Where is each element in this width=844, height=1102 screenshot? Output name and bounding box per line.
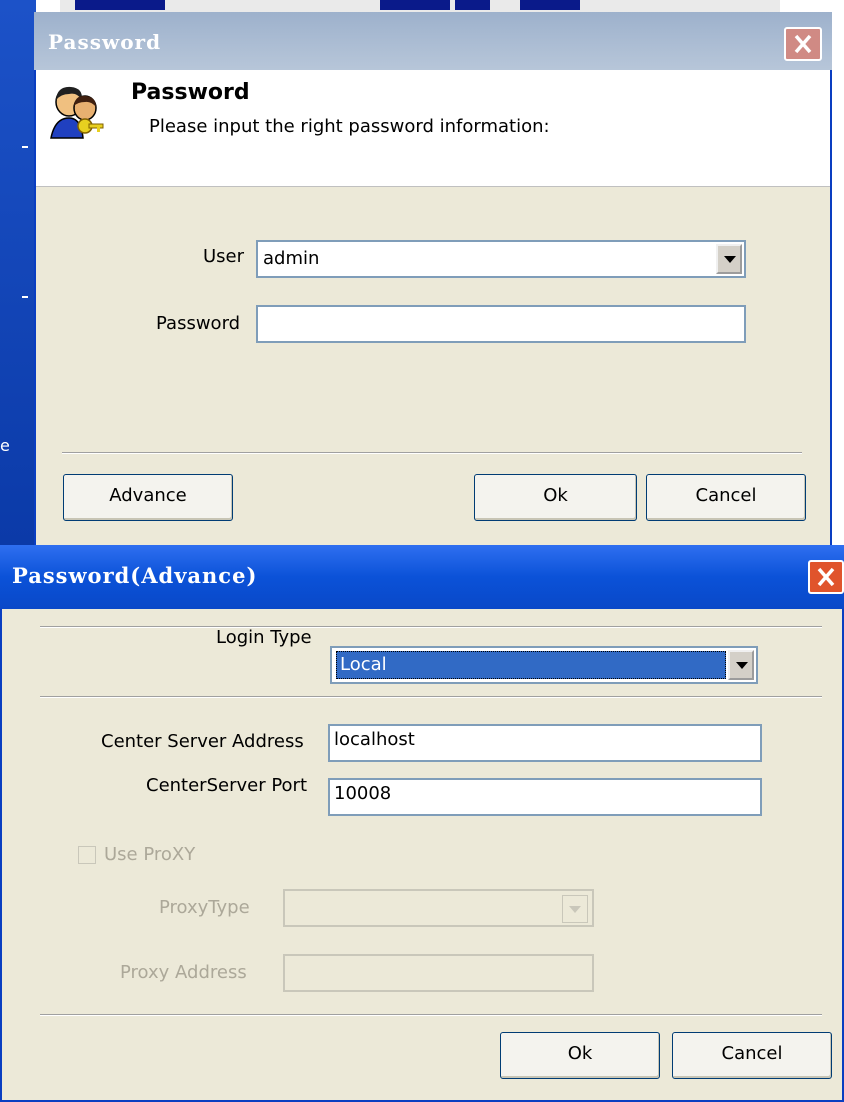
users-key-icon — [47, 80, 107, 140]
header-title: Password — [131, 80, 250, 105]
background-toolbar-item — [75, 0, 165, 10]
separator — [40, 696, 822, 698]
password-label: Password — [156, 313, 241, 334]
dropdown-arrow-icon[interactable] — [716, 244, 742, 274]
background-dot — [22, 296, 28, 298]
background-toolbar-item — [520, 0, 580, 10]
proxy-type-label: ProxyType — [159, 897, 250, 918]
separator — [40, 1014, 822, 1016]
separator — [62, 452, 802, 454]
background-window — [0, 0, 36, 545]
proxy-address-label: Proxy Address — [120, 962, 247, 983]
use-proxy-label: Use ProXY — [104, 844, 196, 865]
center-server-port-input[interactable]: 10008 — [328, 778, 762, 816]
close-button[interactable] — [784, 27, 822, 61]
use-proxy-checkbox[interactable] — [78, 846, 96, 864]
proxy-address-input[interactable] — [283, 954, 594, 992]
ok-button[interactable]: Ok — [474, 474, 637, 521]
background-toolbar-item — [380, 0, 450, 10]
login-type-label: Login Type — [216, 627, 312, 648]
dropdown-arrow-icon[interactable] — [728, 650, 754, 680]
password-advance-dialog — [0, 545, 844, 1102]
ok-button[interactable]: Ok — [500, 1032, 660, 1079]
background-text: e — [0, 436, 10, 455]
cancel-button[interactable]: Cancel — [646, 474, 806, 521]
login-type-value: Local — [340, 654, 387, 675]
header-subtitle: Please input the right password informat… — [149, 116, 550, 137]
close-icon — [817, 567, 835, 587]
separator — [40, 626, 822, 628]
center-server-address-input[interactable]: localhost — [328, 724, 762, 762]
proxy-type-combobox[interactable] — [283, 889, 594, 927]
user-combobox[interactable]: admin — [256, 240, 746, 278]
background-toolbar-item — [455, 0, 490, 10]
password-advance-dialog-title: Password(Advance) — [12, 563, 258, 588]
login-type-combobox[interactable]: Local — [330, 646, 758, 684]
password-input[interactable] — [256, 305, 746, 343]
user-value: admin — [263, 248, 320, 269]
background-dot — [22, 146, 28, 148]
cancel-button[interactable]: Cancel — [672, 1032, 832, 1079]
close-icon — [794, 34, 812, 54]
advance-button[interactable]: Advance — [63, 474, 233, 521]
user-label: User — [203, 246, 245, 267]
password-dialog-title: Password — [48, 30, 162, 54]
dropdown-arrow-icon[interactable] — [562, 895, 588, 923]
center-server-address-label: Center Server Address — [101, 731, 304, 752]
center-server-port-label: CenterServer Port — [146, 775, 308, 796]
close-button[interactable] — [808, 560, 844, 594]
